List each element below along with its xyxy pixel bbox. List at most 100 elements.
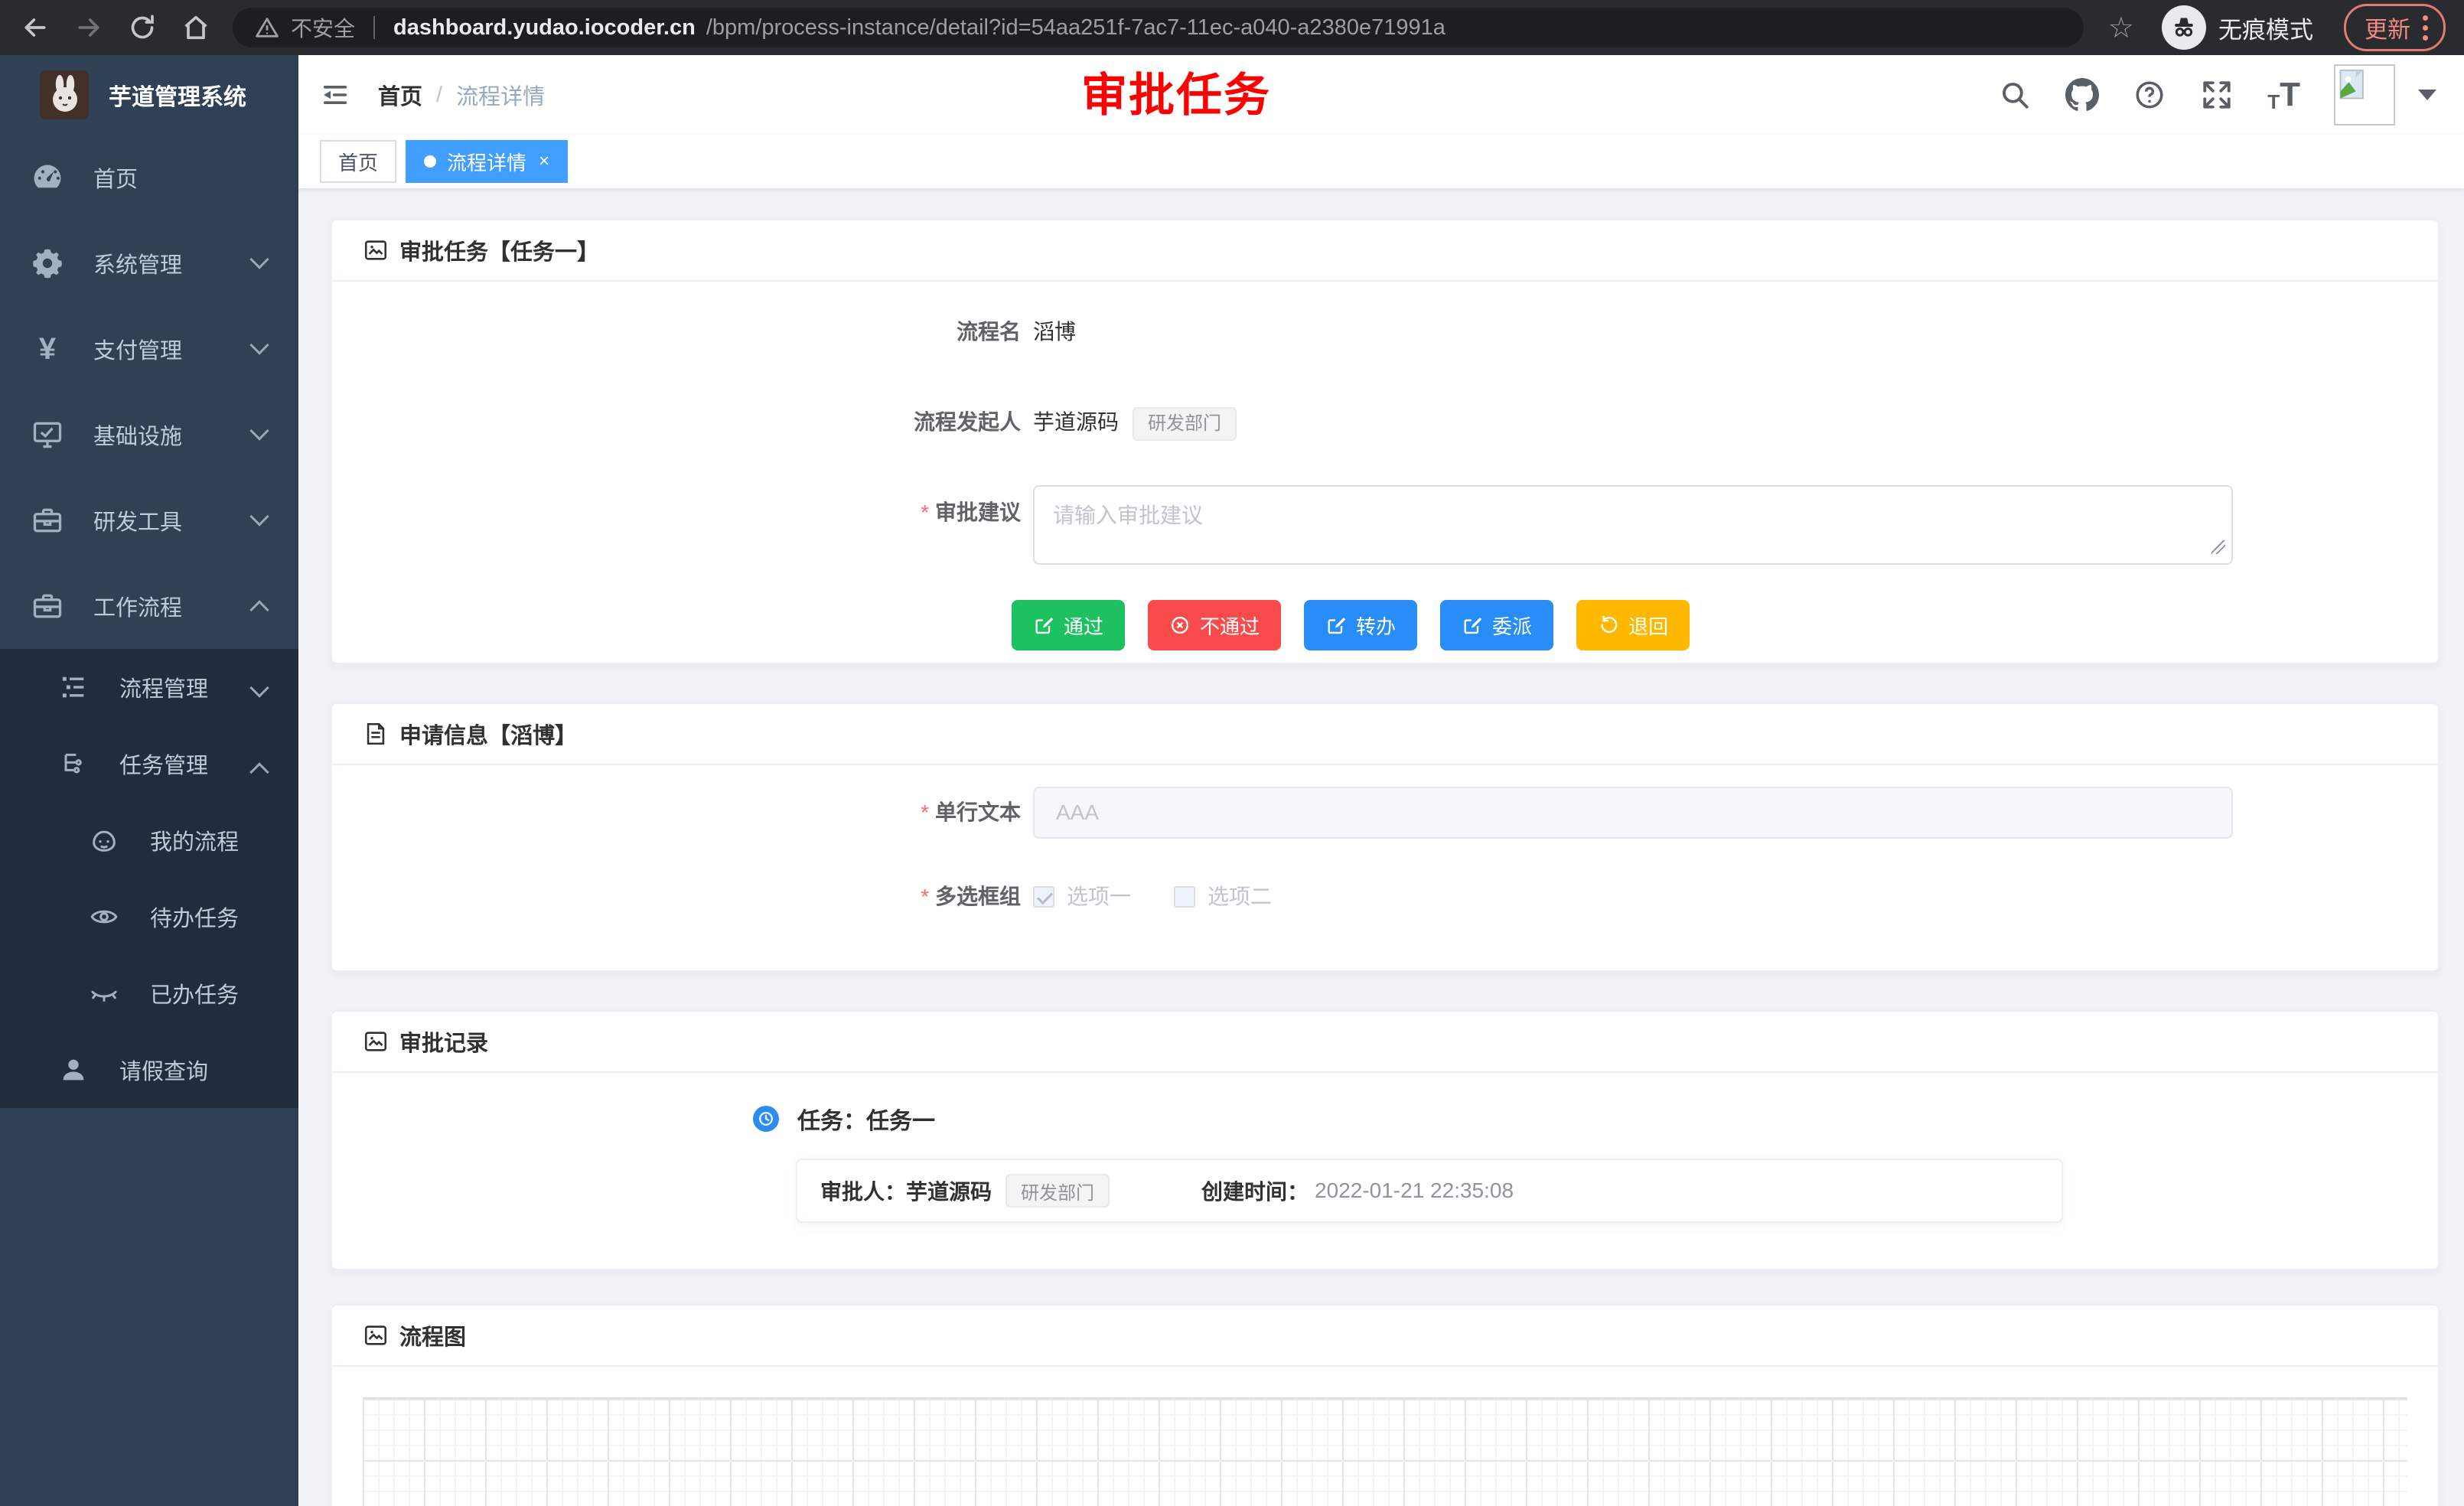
security-warning-icon[interactable] bbox=[254, 15, 280, 41]
avatar[interactable] bbox=[2334, 64, 2395, 126]
sidebar-item-label: 研发工具 bbox=[93, 504, 182, 536]
breadcrumb-current: 流程详情 bbox=[456, 79, 545, 111]
field-label: 流程发起人 bbox=[363, 395, 1021, 450]
document-icon bbox=[363, 721, 389, 747]
close-icon[interactable]: × bbox=[539, 152, 549, 171]
sidebar-item-label: 已办任务 bbox=[150, 977, 239, 1009]
sidebar-item-system[interactable]: 系统管理 bbox=[0, 220, 298, 306]
sidebar-item-workflow[interactable]: 工作流程 bbox=[0, 563, 298, 649]
github-icon[interactable] bbox=[2065, 78, 2099, 112]
bpmn-canvas[interactable] bbox=[363, 1397, 2407, 1506]
app-title: 芋道管理系统 bbox=[109, 78, 246, 112]
checkbox-option-1[interactable]: 选项一 bbox=[1033, 869, 1131, 924]
help-icon[interactable] bbox=[2133, 78, 2166, 112]
chevron-up-icon bbox=[249, 762, 269, 781]
sidebar-item-home[interactable]: 首页 bbox=[0, 135, 298, 220]
return-button[interactable]: 退回 bbox=[1576, 600, 1690, 650]
edit-icon bbox=[1325, 614, 1347, 636]
card-title: 申请信息【滔博】 bbox=[399, 718, 577, 750]
process-diagram-card: 流程图 bbox=[331, 1304, 2440, 1506]
sidebar-item-label: 请假查询 bbox=[119, 1054, 208, 1086]
card-header: 申请信息【滔博】 bbox=[332, 704, 2438, 765]
flow-icon bbox=[57, 747, 90, 781]
apply-info-card: 申请信息【滔博】 单行文本 多选框组 bbox=[331, 702, 2440, 972]
sidebar-item-process-mgmt[interactable]: 流程管理 bbox=[0, 649, 298, 725]
checkbox-checked-icon bbox=[1033, 886, 1054, 908]
suggestion-textarea[interactable] bbox=[1033, 485, 2233, 565]
action-buttons: 通过 不通过 转办 bbox=[1012, 600, 2407, 650]
approve-button[interactable]: 通过 bbox=[1012, 600, 1125, 650]
tags-view: 首页 流程详情 × bbox=[298, 135, 2464, 188]
tab-process-detail[interactable]: 流程详情 × bbox=[406, 140, 568, 183]
sidebar-item-infra[interactable]: 基础设施 bbox=[0, 392, 298, 478]
picture-icon bbox=[363, 237, 389, 263]
sidebar-item-my-process[interactable]: 我的流程 bbox=[0, 802, 298, 878]
field-label: 多选框组 bbox=[363, 869, 1021, 924]
sidebar-item-label: 系统管理 bbox=[93, 247, 182, 279]
clock-icon bbox=[753, 1106, 779, 1132]
browser-menu-icon[interactable] bbox=[2423, 15, 2428, 41]
list-tree-icon bbox=[57, 670, 90, 704]
sidebar-item-done-tasks[interactable]: 已办任务 bbox=[0, 955, 298, 1032]
chevron-down-icon bbox=[249, 249, 269, 269]
home-icon[interactable] bbox=[179, 11, 213, 44]
card-title: 审批任务【任务一】 bbox=[399, 234, 599, 266]
card-title: 流程图 bbox=[399, 1319, 466, 1351]
page-annotation: 审批任务 bbox=[1081, 69, 1271, 122]
edit-icon bbox=[1462, 614, 1483, 636]
sidebar-item-label: 待办任务 bbox=[150, 901, 239, 933]
back-icon[interactable] bbox=[18, 11, 52, 44]
suggestion-row: 审批建议 bbox=[363, 485, 2407, 565]
transfer-button[interactable]: 转办 bbox=[1304, 600, 1417, 650]
url-divider bbox=[373, 16, 375, 39]
field-label: 流程名 bbox=[363, 305, 1021, 360]
security-label: 不安全 bbox=[291, 12, 355, 43]
chevron-down-icon bbox=[249, 507, 269, 526]
approver-value: 芋道源码 bbox=[906, 1175, 992, 1206]
sidebar-item-label: 首页 bbox=[93, 161, 138, 194]
user-icon bbox=[57, 1053, 90, 1087]
update-label: 更新 bbox=[2365, 11, 2410, 44]
picture-icon bbox=[363, 1028, 389, 1055]
reject-button[interactable]: 不通过 bbox=[1148, 600, 1281, 650]
sidebar-item-leave-query[interactable]: 请假查询 bbox=[0, 1032, 298, 1108]
bookmark-star-icon[interactable]: ☆ bbox=[2108, 11, 2134, 45]
tab-home[interactable]: 首页 bbox=[320, 140, 396, 183]
diagram-body bbox=[332, 1367, 2438, 1506]
browser-update-button[interactable]: 更新 bbox=[2344, 4, 2446, 51]
search-icon[interactable] bbox=[1998, 78, 2032, 112]
eye-closed-icon bbox=[87, 976, 121, 1010]
sidebar-item-todo-tasks[interactable]: 待办任务 bbox=[0, 878, 298, 955]
approval-task-card: 审批任务【任务一】 流程名 滔博 流程发起人 芋道源码研发部门 审批建议 bbox=[331, 219, 2440, 664]
sidebar-item-label: 任务管理 bbox=[119, 748, 208, 780]
toolbox-icon bbox=[31, 504, 64, 537]
checkbox-option-2[interactable]: 选项二 bbox=[1174, 869, 1272, 924]
created-label: 创建时间： bbox=[1201, 1175, 1309, 1206]
url-host: dashboard.yudao.iocoder.cn bbox=[393, 15, 696, 41]
reload-icon[interactable] bbox=[125, 11, 159, 44]
incognito-icon bbox=[2162, 5, 2206, 50]
task-title: 任务：任务一 bbox=[797, 1102, 935, 1136]
breadcrumb-home[interactable]: 首页 bbox=[378, 79, 422, 111]
address-bar[interactable]: 不安全 dashboard.yudao.iocoder.cn/bpm/proce… bbox=[233, 8, 2084, 47]
field-label: 单行文本 bbox=[363, 787, 1021, 839]
dept-tag: 研发部门 bbox=[1133, 407, 1237, 441]
font-size-icon[interactable]: TT bbox=[2267, 78, 2300, 112]
sidebar-toggle-icon[interactable] bbox=[318, 78, 352, 112]
single-line-input[interactable] bbox=[1033, 787, 2233, 839]
sidebar-item-task-mgmt[interactable]: 任务管理 bbox=[0, 725, 298, 802]
checkbox-group: 选项一 选项二 bbox=[1033, 869, 1272, 924]
sidebar-item-devtools[interactable]: 研发工具 bbox=[0, 478, 298, 563]
created-value: 2022-01-21 22:35:08 bbox=[1315, 1178, 1514, 1203]
sidebar-item-label: 基础设施 bbox=[93, 419, 182, 451]
fullscreen-icon[interactable] bbox=[2200, 78, 2234, 112]
briefcase-icon bbox=[31, 589, 64, 623]
logo-image bbox=[40, 70, 89, 119]
avatar-dropdown-icon[interactable] bbox=[2418, 90, 2436, 100]
process-name-value: 滔博 bbox=[1033, 305, 1076, 360]
app-logo[interactable]: 芋道管理系统 bbox=[0, 55, 298, 135]
forward-icon[interactable] bbox=[72, 11, 106, 44]
checkbox-group-row: 多选框组 选项一 选项二 bbox=[363, 869, 2407, 924]
delegate-button[interactable]: 委派 bbox=[1440, 600, 1553, 650]
sidebar-item-payment[interactable]: ¥ 支付管理 bbox=[0, 306, 298, 392]
